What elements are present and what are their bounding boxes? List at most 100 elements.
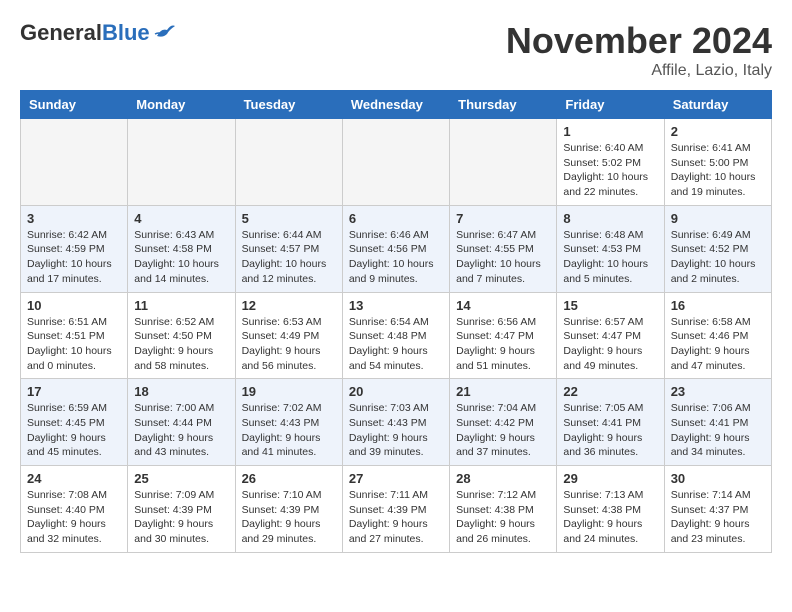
day-info: Sunrise: 6:40 AMSunset: 5:02 PMDaylight:… <box>563 141 657 200</box>
day-cell <box>450 119 557 206</box>
day-cell: 6 Sunrise: 6:46 AMSunset: 4:56 PMDaylight… <box>342 205 449 292</box>
day-number: 4 <box>134 211 228 226</box>
day-cell: 24 Sunrise: 7:08 AMSunset: 4:40 PMDayligh… <box>21 466 128 553</box>
day-info: Sunrise: 7:08 AMSunset: 4:40 PMDaylight:… <box>27 488 121 547</box>
col-header-wednesday: Wednesday <box>342 91 449 119</box>
day-cell <box>21 119 128 206</box>
day-number: 29 <box>563 471 657 486</box>
day-cell: 11 Sunrise: 6:52 AMSunset: 4:50 PMDayligh… <box>128 292 235 379</box>
day-number: 1 <box>563 124 657 139</box>
day-info: Sunrise: 6:57 AMSunset: 4:47 PMDaylight:… <box>563 315 657 374</box>
logo-blue: Blue <box>102 20 150 46</box>
day-cell: 13 Sunrise: 6:54 AMSunset: 4:48 PMDayligh… <box>342 292 449 379</box>
day-cell: 4 Sunrise: 6:43 AMSunset: 4:58 PMDaylight… <box>128 205 235 292</box>
column-headers: SundayMondayTuesdayWednesdayThursdayFrid… <box>21 91 772 119</box>
day-number: 26 <box>242 471 336 486</box>
day-cell <box>235 119 342 206</box>
day-number: 13 <box>349 298 443 313</box>
day-info: Sunrise: 7:14 AMSunset: 4:37 PMDaylight:… <box>671 488 765 547</box>
day-cell <box>128 119 235 206</box>
day-info: Sunrise: 6:54 AMSunset: 4:48 PMDaylight:… <box>349 315 443 374</box>
day-number: 9 <box>671 211 765 226</box>
day-number: 20 <box>349 384 443 399</box>
day-cell: 10 Sunrise: 6:51 AMSunset: 4:51 PMDayligh… <box>21 292 128 379</box>
logo-bird-icon <box>153 22 175 40</box>
week-row-5: 24 Sunrise: 7:08 AMSunset: 4:40 PMDayligh… <box>21 466 772 553</box>
day-info: Sunrise: 6:48 AMSunset: 4:53 PMDaylight:… <box>563 228 657 287</box>
day-cell: 19Sunrise: 7:02 AMSunset: 4:43 PMDayligh… <box>235 379 342 466</box>
day-cell: 14Sunrise: 6:56 AMSunset: 4:47 PMDayligh… <box>450 292 557 379</box>
day-cell: 29 Sunrise: 7:13 AMSunset: 4:38 PMDayligh… <box>557 466 664 553</box>
day-number: 7 <box>456 211 550 226</box>
day-cell: 15 Sunrise: 6:57 AMSunset: 4:47 PMDayligh… <box>557 292 664 379</box>
day-info: Sunrise: 6:49 AMSunset: 4:52 PMDaylight:… <box>671 228 765 287</box>
week-row-1: 1 Sunrise: 6:40 AMSunset: 5:02 PMDaylight… <box>21 119 772 206</box>
location: Affile, Lazio, Italy <box>506 62 772 80</box>
day-info: Sunrise: 7:04 AMSunset: 4:42 PMDaylight:… <box>456 401 550 460</box>
day-number: 10 <box>27 298 121 313</box>
day-number: 6 <box>349 211 443 226</box>
day-number: 30 <box>671 471 765 486</box>
calendar-body: 1 Sunrise: 6:40 AMSunset: 5:02 PMDaylight… <box>21 119 772 553</box>
day-number: 19 <box>242 384 336 399</box>
day-cell: 8 Sunrise: 6:48 AMSunset: 4:53 PMDaylight… <box>557 205 664 292</box>
day-cell: 9 Sunrise: 6:49 AMSunset: 4:52 PMDaylight… <box>664 205 771 292</box>
day-number: 3 <box>27 211 121 226</box>
day-info: Sunrise: 6:46 AMSunset: 4:56 PMDaylight:… <box>349 228 443 287</box>
col-header-tuesday: Tuesday <box>235 91 342 119</box>
day-number: 23 <box>671 384 765 399</box>
day-number: 27 <box>349 471 443 486</box>
title-block: November 2024 Affile, Lazio, Italy <box>506 20 772 80</box>
day-info: Sunrise: 7:05 AMSunset: 4:41 PMDaylight:… <box>563 401 657 460</box>
day-cell: 30 Sunrise: 7:14 AMSunset: 4:37 PMDayligh… <box>664 466 771 553</box>
day-number: 5 <box>242 211 336 226</box>
day-number: 25 <box>134 471 228 486</box>
day-info: Sunrise: 6:43 AMSunset: 4:58 PMDaylight:… <box>134 228 228 287</box>
day-number: 22 <box>563 384 657 399</box>
week-row-2: 3 Sunrise: 6:42 AMSunset: 4:59 PMDaylight… <box>21 205 772 292</box>
day-cell: 7 Sunrise: 6:47 AMSunset: 4:55 PMDaylight… <box>450 205 557 292</box>
month-title: November 2024 <box>506 20 772 62</box>
logo: GeneralBlue <box>20 20 175 46</box>
day-number: 16 <box>671 298 765 313</box>
day-info: Sunrise: 6:51 AMSunset: 4:51 PMDaylight:… <box>27 315 121 374</box>
day-info: Sunrise: 7:03 AMSunset: 4:43 PMDaylight:… <box>349 401 443 460</box>
day-info: Sunrise: 6:47 AMSunset: 4:55 PMDaylight:… <box>456 228 550 287</box>
day-info: Sunrise: 6:42 AMSunset: 4:59 PMDaylight:… <box>27 228 121 287</box>
day-info: Sunrise: 7:13 AMSunset: 4:38 PMDaylight:… <box>563 488 657 547</box>
day-cell: 16Sunrise: 6:58 AMSunset: 4:46 PMDayligh… <box>664 292 771 379</box>
day-cell: 1 Sunrise: 6:40 AMSunset: 5:02 PMDaylight… <box>557 119 664 206</box>
day-number: 8 <box>563 211 657 226</box>
day-cell: 3 Sunrise: 6:42 AMSunset: 4:59 PMDaylight… <box>21 205 128 292</box>
day-number: 15 <box>563 298 657 313</box>
day-number: 28 <box>456 471 550 486</box>
col-header-thursday: Thursday <box>450 91 557 119</box>
col-header-monday: Monday <box>128 91 235 119</box>
day-number: 12 <box>242 298 336 313</box>
day-number: 24 <box>27 471 121 486</box>
day-cell: 25Sunrise: 7:09 AMSunset: 4:39 PMDayligh… <box>128 466 235 553</box>
day-info: Sunrise: 6:53 AMSunset: 4:49 PMDaylight:… <box>242 315 336 374</box>
day-info: Sunrise: 7:10 AMSunset: 4:39 PMDaylight:… <box>242 488 336 547</box>
day-info: Sunrise: 6:52 AMSunset: 4:50 PMDaylight:… <box>134 315 228 374</box>
day-cell: 18Sunrise: 7:00 AMSunset: 4:44 PMDayligh… <box>128 379 235 466</box>
page-header: GeneralBlue November 2024 Affile, Lazio,… <box>20 20 772 80</box>
day-number: 11 <box>134 298 228 313</box>
day-cell: 23 Sunrise: 7:06 AMSunset: 4:41 PMDayligh… <box>664 379 771 466</box>
col-header-sunday: Sunday <box>21 91 128 119</box>
calendar-table: SundayMondayTuesdayWednesdayThursdayFrid… <box>20 90 772 553</box>
day-cell: 21 Sunrise: 7:04 AMSunset: 4:42 PMDayligh… <box>450 379 557 466</box>
day-cell: 5Sunrise: 6:44 AMSunset: 4:57 PMDaylight… <box>235 205 342 292</box>
day-info: Sunrise: 7:06 AMSunset: 4:41 PMDaylight:… <box>671 401 765 460</box>
week-row-3: 10 Sunrise: 6:51 AMSunset: 4:51 PMDayligh… <box>21 292 772 379</box>
day-cell: 2Sunrise: 6:41 AMSunset: 5:00 PMDaylight… <box>664 119 771 206</box>
day-cell: 12 Sunrise: 6:53 AMSunset: 4:49 PMDayligh… <box>235 292 342 379</box>
day-cell: 17 Sunrise: 6:59 AMSunset: 4:45 PMDayligh… <box>21 379 128 466</box>
day-number: 17 <box>27 384 121 399</box>
day-info: Sunrise: 6:59 AMSunset: 4:45 PMDaylight:… <box>27 401 121 460</box>
col-header-saturday: Saturday <box>664 91 771 119</box>
day-number: 21 <box>456 384 550 399</box>
day-cell: 20 Sunrise: 7:03 AMSunset: 4:43 PMDayligh… <box>342 379 449 466</box>
logo-text: GeneralBlue <box>20 20 175 46</box>
col-header-friday: Friday <box>557 91 664 119</box>
